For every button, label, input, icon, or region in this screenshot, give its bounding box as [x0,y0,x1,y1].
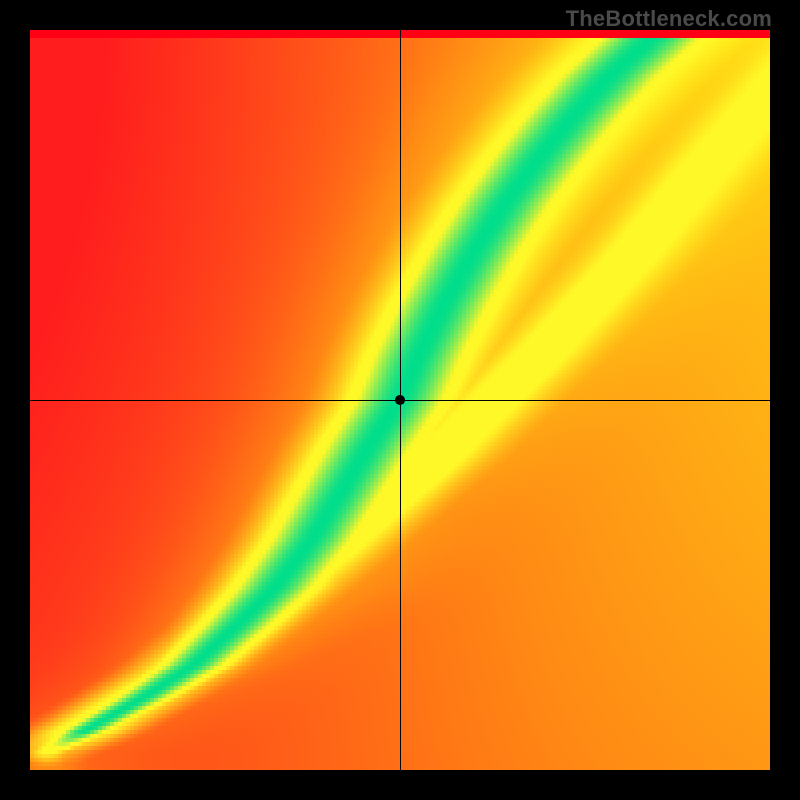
crosshair-overlay [30,30,770,770]
heatmap-plot [30,30,770,770]
chart-frame: TheBottleneck.com [0,0,800,800]
watermark-label: TheBottleneck.com [566,6,772,32]
